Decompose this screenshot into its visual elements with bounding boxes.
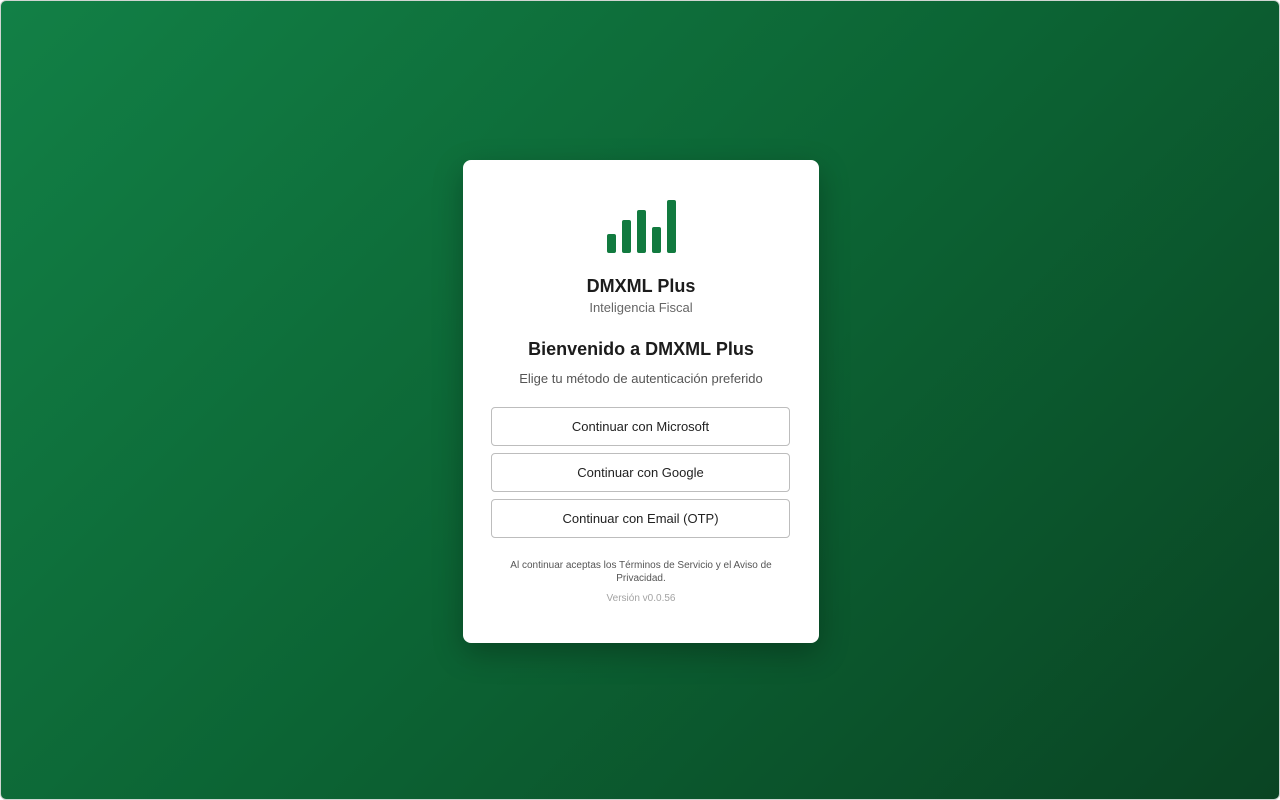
- version-label: Versión v0.0.56: [606, 593, 676, 604]
- login-card: DMXML Plus Inteligencia Fiscal Bienvenid…: [463, 160, 819, 643]
- bar-chart-icon: [607, 200, 676, 253]
- google-login-button[interactable]: Continuar con Google: [491, 453, 790, 492]
- app-name: DMXML Plus: [586, 276, 696, 296]
- app-tagline: Inteligencia Fiscal: [589, 300, 693, 315]
- welcome-subtitle: Elige tu método de autenticación preferi…: [519, 371, 763, 386]
- email-otp-login-button[interactable]: Continuar con Email (OTP): [491, 499, 790, 538]
- microsoft-login-button[interactable]: Continuar con Microsoft: [491, 407, 790, 446]
- login-screen: DMXML Plus Inteligencia Fiscal Bienvenid…: [0, 0, 1280, 800]
- welcome-title: Bienvenido a DMXML Plus: [528, 339, 754, 359]
- auth-options: Continuar con Microsoft Continuar con Go…: [491, 407, 791, 538]
- legal-notice: Al continuar aceptas los Términos de Ser…: [510, 560, 772, 584]
